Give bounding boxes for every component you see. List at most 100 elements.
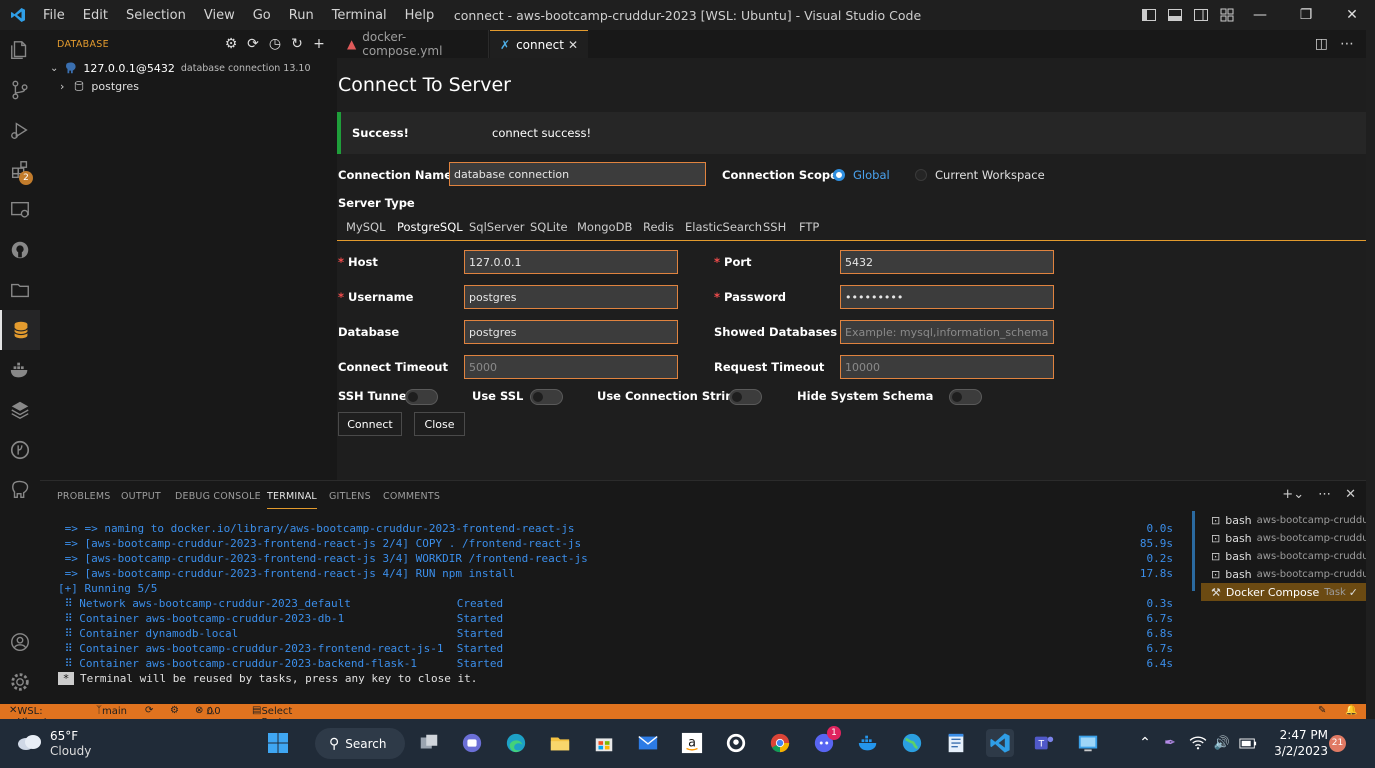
tab-sqlite[interactable]: SQLite xyxy=(530,220,568,240)
connection-name-input[interactable]: database connection xyxy=(449,162,706,186)
gitlens-icon[interactable] xyxy=(0,430,40,470)
toggle-sidebar-icon[interactable] xyxy=(1141,7,1157,23)
microsoft-store-icon[interactable] xyxy=(590,729,618,757)
terminal-item[interactable]: ⊡bashaws-bootcamp-cruddur... xyxy=(1201,529,1366,547)
menu-terminal[interactable]: Terminal xyxy=(323,8,396,23)
problems-indicator[interactable]: ⊗ 0 △ 0 xyxy=(195,705,221,717)
sync-status-icon[interactable]: ⟳ xyxy=(145,705,153,716)
close-panel-icon[interactable]: ✕ xyxy=(1345,487,1356,502)
host-input[interactable]: 127.0.0.1 xyxy=(464,250,678,274)
menu-file[interactable]: File xyxy=(34,8,74,23)
source-control-icon[interactable] xyxy=(0,70,40,110)
volume-icon[interactable]: 🔊 xyxy=(1212,729,1232,757)
connection-row[interactable]: ⌄ 127.0.0.1@5432 database connection 13.… xyxy=(40,59,337,77)
file-explorer-icon[interactable] xyxy=(546,729,574,757)
terminal-item[interactable]: ⊡bashaws-bootcamp-cruddur... xyxy=(1201,565,1366,583)
menu-selection[interactable]: Selection xyxy=(117,8,195,23)
menu-edit[interactable]: Edit xyxy=(74,8,117,23)
teams-icon[interactable]: T xyxy=(1030,729,1058,757)
menu-run[interactable]: Run xyxy=(280,8,323,23)
panel-tab-output[interactable]: OUTPUT xyxy=(121,491,161,502)
folder-icon[interactable] xyxy=(0,270,40,310)
restore-icon[interactable]: ❐ xyxy=(1283,0,1329,30)
showed-databases-input[interactable]: Example: mysql,information_schema xyxy=(840,320,1054,344)
mail-icon[interactable] xyxy=(634,729,662,757)
tab-ftp[interactable]: FTP xyxy=(799,220,819,240)
port-input[interactable]: 5432 xyxy=(840,250,1054,274)
tab-connect[interactable]: ✗ connect ✕ xyxy=(490,30,588,58)
notification-count-badge[interactable]: 21 xyxy=(1329,735,1346,752)
use-connection-string-toggle[interactable] xyxy=(729,389,762,405)
add-connection-icon[interactable]: + xyxy=(311,36,327,52)
hide-system-schema-toggle[interactable] xyxy=(949,389,982,405)
edge-browser-icon[interactable] xyxy=(502,729,530,757)
minimize-icon[interactable]: — xyxy=(1237,0,1283,30)
sync-icon[interactable]: ⟳ xyxy=(245,36,261,52)
connect-timeout-input[interactable]: 5000 xyxy=(464,355,678,379)
extension-status-icon[interactable]: ⚙ xyxy=(170,705,179,716)
password-input[interactable]: ••••••••• xyxy=(840,285,1054,309)
explorer-icon[interactable] xyxy=(0,30,40,70)
tab-ssh[interactable]: SSH xyxy=(763,220,786,240)
teams-chat-icon[interactable] xyxy=(458,729,486,757)
more-actions-icon[interactable]: ⋯ xyxy=(1340,36,1354,52)
taskbar-search[interactable]: ⚲ Search xyxy=(315,728,405,759)
request-timeout-input[interactable]: 10000 xyxy=(840,355,1054,379)
maps-icon[interactable] xyxy=(898,729,926,757)
tab-docker-compose[interactable]: ▲ docker-compose.yml xyxy=(337,30,489,58)
tab-postgresql[interactable]: PostgreSQL xyxy=(397,220,463,241)
menu-go[interactable]: Go xyxy=(244,8,280,23)
customize-layout-icon[interactable] xyxy=(1219,7,1235,23)
more-icon[interactable]: ⋯ xyxy=(1318,487,1331,502)
tab-mysql[interactable]: MySQL xyxy=(346,220,386,240)
feather-icon[interactable]: ✒ xyxy=(1160,729,1180,757)
remote-indicator[interactable]: ✕ WSL: Ubuntu xyxy=(9,705,54,728)
terminal-scrollbar[interactable] xyxy=(1192,511,1195,591)
settings-gear-icon[interactable] xyxy=(0,662,40,702)
clock-time[interactable]: 2:47 PM xyxy=(1272,728,1328,742)
panel-tab-comments[interactable]: COMMENTS xyxy=(383,491,440,502)
panel-tab-debug-console[interactable]: DEBUG CONSOLE xyxy=(175,491,261,502)
windows-start-icon[interactable] xyxy=(264,729,292,757)
gear-icon[interactable]: ⚙ xyxy=(223,36,239,52)
database-row[interactable]: › postgres xyxy=(40,77,337,95)
battery-icon[interactable] xyxy=(1238,729,1258,757)
panel-tab-problems[interactable]: PROBLEMS xyxy=(57,491,110,502)
split-editor-icon[interactable]: ◫ xyxy=(1315,36,1328,52)
postgres-elephant-icon[interactable] xyxy=(0,470,40,510)
github-desktop-icon[interactable] xyxy=(722,729,750,757)
terminal-item-docker-compose[interactable]: ⚒ Docker Compose Task ✓ xyxy=(1201,583,1366,601)
run-debug-icon[interactable] xyxy=(0,110,40,150)
notifications-bell-icon[interactable]: 🔔 xyxy=(1345,705,1357,716)
github-icon[interactable] xyxy=(0,230,40,270)
ssh-tunnel-toggle[interactable] xyxy=(405,389,438,405)
remote-explorer-icon[interactable] xyxy=(0,190,40,230)
panel-tab-terminal[interactable]: TERMINAL xyxy=(267,491,317,509)
select-server-status[interactable]: ▤ Select Postgres Server xyxy=(252,705,304,739)
extensions-icon[interactable]: 2 xyxy=(0,150,40,190)
tab-elasticsearch[interactable]: ElasticSearch xyxy=(685,220,762,240)
docker-icon[interactable] xyxy=(0,350,40,390)
chrome-icon[interactable] xyxy=(766,729,794,757)
remote-desktop-icon[interactable] xyxy=(1074,729,1102,757)
aws-layers-icon[interactable] xyxy=(0,390,40,430)
docker-desktop-icon[interactable] xyxy=(854,729,882,757)
username-input[interactable]: postgres xyxy=(464,285,678,309)
wifi-icon[interactable] xyxy=(1188,729,1208,757)
chevron-up-icon[interactable]: ⌃ xyxy=(1135,729,1155,757)
accounts-icon[interactable] xyxy=(0,622,40,662)
notepad-icon[interactable] xyxy=(942,729,970,757)
close-window-icon[interactable]: ✕ xyxy=(1329,0,1375,30)
toggle-secondary-sidebar-icon[interactable] xyxy=(1193,7,1209,23)
amazon-icon[interactable]: a xyxy=(678,729,706,757)
vscode-taskbar-icon[interactable] xyxy=(986,729,1014,757)
tab-sqlserver[interactable]: SqlServer xyxy=(469,220,525,240)
terminal-item[interactable]: ⊡bashaws-bootcamp-cruddur... xyxy=(1201,511,1366,529)
menu-view[interactable]: View xyxy=(195,8,244,23)
close-tab-icon[interactable]: ✕ xyxy=(568,38,578,52)
radio-current-workspace[interactable] xyxy=(915,169,927,181)
database-input[interactable]: postgres xyxy=(464,320,678,344)
tab-mongodb[interactable]: MongoDB xyxy=(577,220,632,240)
refresh-icon[interactable]: ↻ xyxy=(289,36,305,52)
panel-tab-gitlens[interactable]: GITLENS xyxy=(329,491,371,502)
